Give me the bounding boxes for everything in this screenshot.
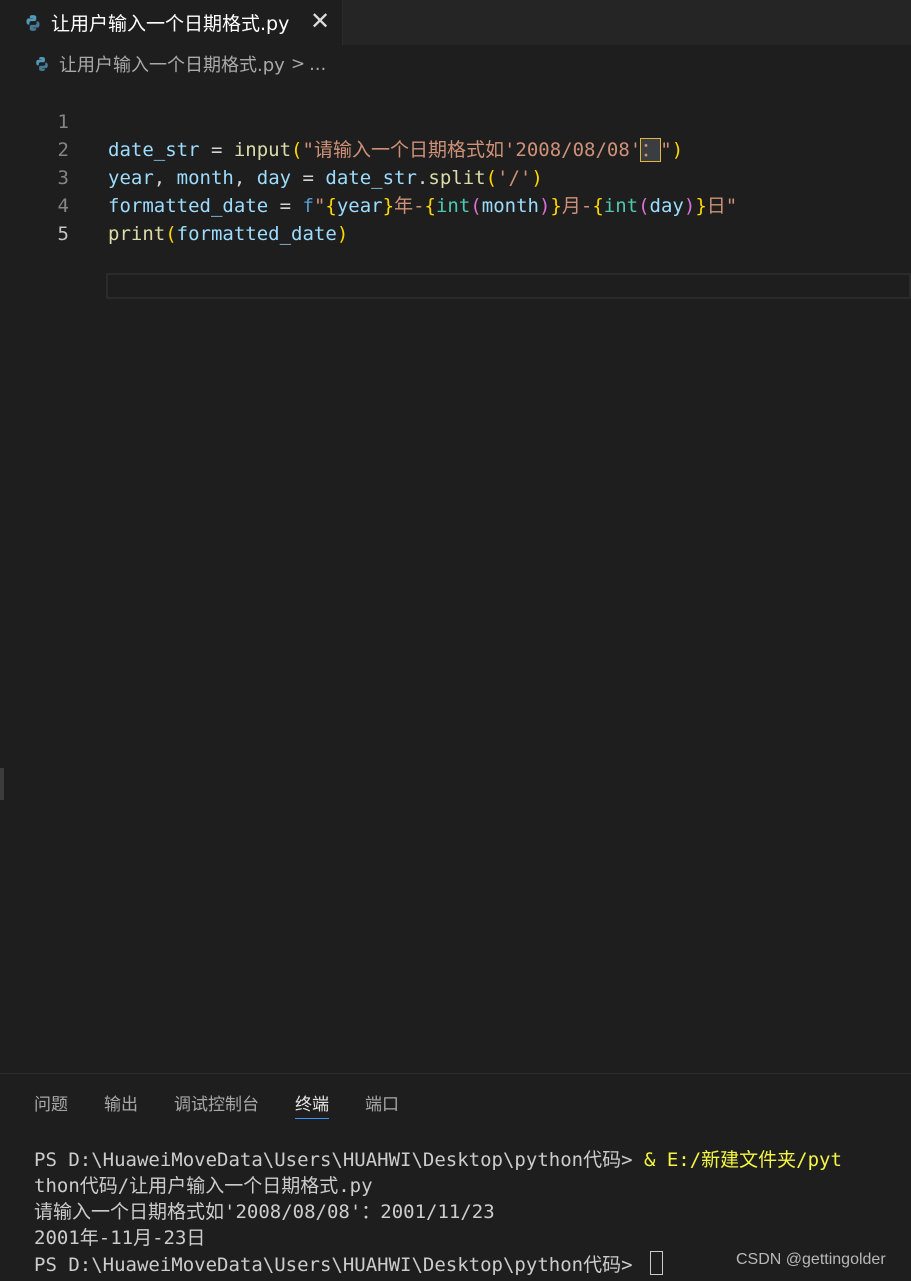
chevron-right-icon: > (290, 54, 306, 74)
python-icon (26, 14, 40, 31)
breadcrumb-file[interactable]: 让用户输入一个日期格式.py (59, 51, 285, 77)
line-number: 5 (57, 223, 69, 245)
editor-tab[interactable]: 让用户输入一个日期格式.py ✕ (0, 0, 343, 45)
token: ( (165, 223, 177, 245)
terminal-prompt: PS D:\HuaweiMoveData\Users\HUAHWI\Deskto… (34, 1149, 644, 1171)
code-line[interactable]: 3 formatted_date = f"{year}年-{int(month)… (0, 136, 911, 217)
python-icon (36, 57, 48, 71)
close-icon[interactable]: ✕ (309, 8, 331, 34)
token: formatted_date (176, 223, 337, 245)
tab-output[interactable]: 输出 (104, 1090, 138, 1118)
editor-tab-bar: 让用户输入一个日期格式.py ✕ (0, 0, 911, 45)
tab-problems[interactable]: 问题 (34, 1090, 68, 1118)
terminal-output[interactable]: PS D:\HuaweiMoveData\Users\HUAHWI\Deskto… (34, 1147, 842, 1278)
token: print (108, 223, 166, 245)
tab-title: 让用户输入一个日期格式.py (51, 13, 290, 35)
scroll-indicator (0, 768, 4, 800)
tab-terminal[interactable]: 终端 (295, 1090, 329, 1119)
bottom-panel: 问题 输出 调试控制台 终端 端口 PS D:\HuaweiMoveData\U… (0, 1073, 911, 1281)
terminal-line: 2001年-11月-23日 (34, 1227, 206, 1249)
current-line-highlight (106, 273, 911, 299)
watermark: CSDN @gettingolder (736, 1251, 886, 1268)
breadcrumb: 让用户输入一个日期格式.py > ... (34, 51, 326, 77)
terminal-cursor (649, 1251, 663, 1275)
token: ) (336, 223, 349, 245)
code-line[interactable]: 1 date_str = input("请输入一个日期格式如'2008/08/0… (0, 80, 911, 162)
code-editor[interactable]: 1 date_str = input("请输入一个日期格式如'2008/08/0… (0, 80, 911, 1070)
terminal-line: thon代码/让用户输入一个日期格式.py (34, 1175, 373, 1197)
terminal-line: 请输入一个日期格式如'2008/08/08'：2001/11/23 (34, 1201, 495, 1223)
tab-ports[interactable]: 端口 (365, 1090, 399, 1118)
terminal-prompt: PS D:\HuaweiMoveData\Users\HUAHWI\Deskto… (34, 1254, 644, 1276)
tab-debug-console[interactable]: 调试控制台 (174, 1090, 259, 1118)
breadcrumb-more[interactable]: ... (309, 54, 326, 75)
terminal-command: & E:/新建文件夹/pyt (643, 1149, 842, 1171)
panel-tabs: 问题 输出 调试控制台 终端 端口 (34, 1090, 435, 1120)
code-line[interactable]: 5 (0, 192, 911, 245)
code-line[interactable]: 2 year, month, day = date_str.split('/') (0, 108, 911, 189)
code-line[interactable]: 4 print(formatted_date) (0, 164, 911, 245)
